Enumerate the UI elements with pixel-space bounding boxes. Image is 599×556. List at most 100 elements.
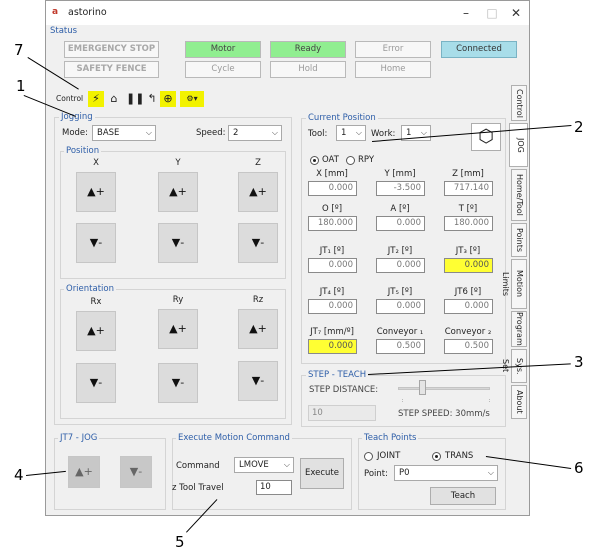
tool-select[interactable]: 1 ⌵ [336,125,366,141]
position-field-label: Conveyor ₂ [444,327,492,337]
position-field-label: JT6 [º] [454,287,482,297]
position-field-value[interactable]: 0.000 [308,258,357,273]
command-select[interactable]: LMOVE ⌵ [234,457,294,473]
position-field-value[interactable]: -3.500 [376,181,425,196]
command-value: LMOVE [239,460,269,470]
axis-x-label: X [93,158,99,168]
return-icon[interactable]: ↰ [144,91,160,107]
jog-rz-plus-button[interactable]: ▲+ [238,309,278,349]
position-field-label: Conveyor ₁ [376,327,424,337]
mode-select[interactable]: BASE ⌵ [92,125,156,141]
jt7-jog-title: JT7 - JOG [58,433,100,443]
power-icon[interactable]: ⚡ [88,91,104,107]
chevron-down-icon: ⌵ [283,460,290,469]
tab-about[interactable]: About [511,385,527,419]
tab-control[interactable]: Control [511,85,527,121]
annotation-1: 1 [16,77,26,95]
axis-y-label: Y [175,158,181,168]
minimize-button[interactable]: – [456,5,476,21]
annotation-5: 5 [175,533,185,551]
speed-select[interactable]: 2 ⌵ [228,125,282,141]
trans-radio[interactable] [432,452,441,461]
position-field-label: JT₅ [º] [387,287,413,297]
jt7-plus-button[interactable]: ▲+ [68,456,100,488]
jog-ry-plus-button[interactable]: ▲+ [158,309,198,349]
ready-indicator: Ready [270,41,346,58]
annotation-4: 4 [14,466,24,484]
rpy-label: RPY [358,155,375,165]
position-field-label: O [º] [321,204,343,214]
current-position-title: Current Position [306,113,378,123]
emergency-stop-button[interactable]: EMERGENCY STOP [64,41,159,58]
position-field-value[interactable]: 0.000 [376,258,425,273]
cycle-indicator: Cycle [185,61,261,78]
step-slider-thumb[interactable] [419,380,427,395]
cube-view-icon[interactable]: ⬡ [471,123,501,151]
point-label: Point: [364,469,388,479]
axis-ry-label: Ry [172,295,184,305]
jog-rx-minus-button[interactable]: ▼- [76,363,116,403]
position-field-value[interactable]: 717.140 [444,181,493,196]
jog-y-plus-button[interactable]: ▲+ [158,172,198,212]
position-field-value[interactable]: 0.000 [308,339,357,354]
maximize-button[interactable]: □ [482,5,502,21]
teach-button[interactable]: Teach [430,487,496,505]
work-value: 1 [406,128,412,138]
position-field-value[interactable]: 0.500 [376,339,425,354]
jog-rx-plus-button[interactable]: ▲+ [76,311,116,351]
position-field-value[interactable]: 0.000 [308,181,357,196]
rpy-radio[interactable] [346,156,355,165]
position-field-value[interactable]: 0.500 [444,339,493,354]
position-field-value[interactable]: 0.000 [308,299,357,314]
execute-button[interactable]: Execute [300,458,344,489]
hold-indicator: Hold [270,61,346,78]
jog-z-minus-button[interactable]: ▼- [238,223,278,263]
safety-fence-button[interactable]: SAFETY FENCE [64,61,159,78]
step-slider-track[interactable] [398,387,490,390]
oat-label: OAT [322,155,339,165]
tab-points[interactable]: Points [511,223,527,257]
joint-radio[interactable] [364,452,373,461]
control-toolbar: Control ⚡ ⌂ ❚❚ ↰ ⊕ ⚙▾ [50,89,210,111]
position-field-value[interactable]: 180.000 [444,216,493,231]
position-field-label: JT₄ [º] [319,287,345,297]
jog-ry-minus-button[interactable]: ▼- [158,363,198,403]
ztool-input[interactable]: 10 [256,480,292,495]
error-indicator: Error [355,41,431,58]
position-field-label: JT₇ [mm/º] [310,327,354,337]
jog-y-minus-button[interactable]: ▼- [158,223,198,263]
tab-program[interactable]: Program [511,311,527,347]
jog-rz-minus-button[interactable]: ▼- [238,361,278,401]
orientation-title: Orientation [64,284,116,294]
position-field-value[interactable]: 0.000 [376,216,425,231]
home-icon[interactable]: ⌂ [106,91,122,107]
robot-mode-icon[interactable]: ⚙▾ [180,91,204,107]
step-distance-input[interactable]: 10 [308,405,376,421]
jog-x-plus-button[interactable]: ▲+ [76,172,116,212]
point-value: P0 [399,468,410,478]
position-field-value[interactable]: 0.000 [444,258,493,273]
ztool-label: z Tool Travel [172,483,224,493]
point-select[interactable]: P0 ⌵ [394,465,498,481]
chevron-down-icon: ⌵ [487,468,494,477]
jog-z-plus-button[interactable]: ▲+ [238,172,278,212]
position-field-label: A [º] [390,204,410,214]
connected-indicator: Connected [441,41,517,58]
target-icon[interactable]: ⊕ [160,91,176,107]
position-field-label: JT₂ [º] [387,246,413,256]
annotation-6: 6 [574,459,584,477]
position-field-value[interactable]: 0.000 [376,299,425,314]
position-field-value[interactable]: 180.000 [308,216,357,231]
position-field-label: JT₃ [º] [455,246,481,256]
tab-home-tool[interactable]: Home/Tool [511,169,527,221]
position-field-label: T [º] [458,204,478,214]
chevron-down-icon: ⌵ [145,128,152,137]
jog-x-minus-button[interactable]: ▼- [76,223,116,263]
close-button[interactable]: ✕ [506,5,526,21]
tab-motion-limits[interactable]: Motion Limits [501,259,527,309]
pause-icon[interactable]: ❚❚ [126,91,144,107]
jt7-minus-button[interactable]: ▼- [120,456,152,488]
oat-radio[interactable] [310,156,319,165]
position-field-value[interactable]: 0.000 [444,299,493,314]
position-title: Position [64,146,102,156]
